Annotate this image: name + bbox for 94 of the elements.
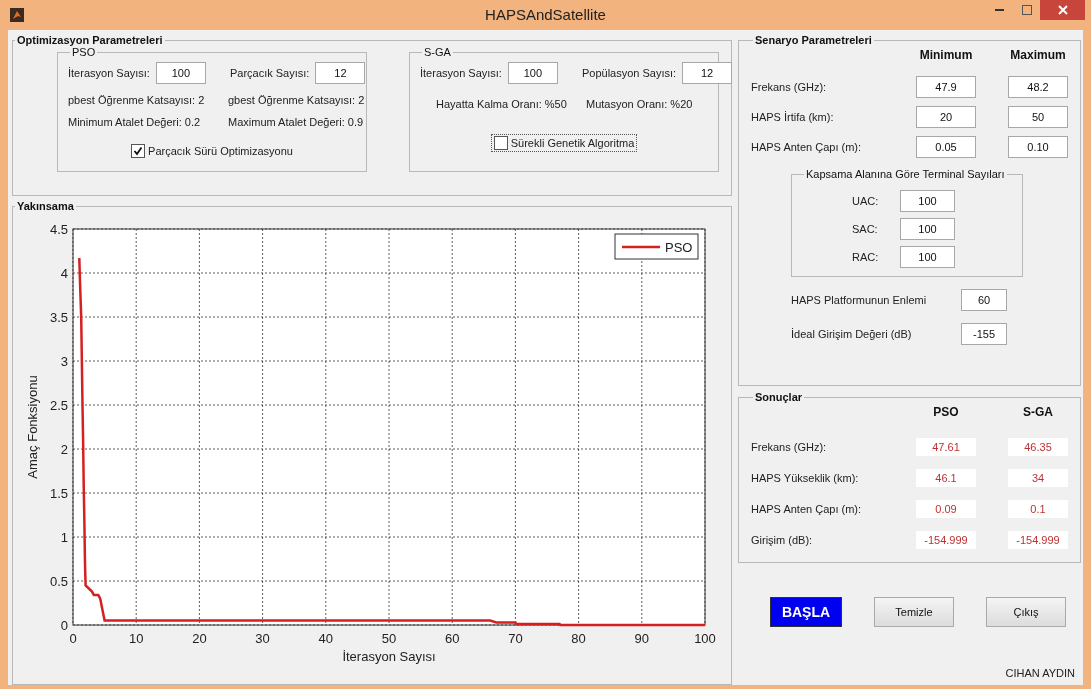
field-label: Frekans (GHz): [751, 81, 827, 93]
parameter-text: Maximum Atalet Değeri: 0.9 [228, 116, 365, 128]
column-header: S-GA [1023, 405, 1053, 419]
tick-label: 0 [69, 631, 77, 646]
input-field[interactable]: 100 [155, 62, 206, 84]
group-title: Kapsama Alanına Göre Terminal Sayıları [805, 168, 1006, 180]
result-label: HAPS Anten Çapı (m): [751, 503, 862, 515]
tick-label: 0.5 [49, 574, 68, 589]
input-field[interactable]: 0.05 [916, 136, 976, 158]
result-value: 46.35 [1008, 438, 1068, 456]
input-field[interactable]: 100 [900, 246, 955, 268]
tick-label: 4.5 [49, 222, 68, 237]
input-field[interactable]: 0.10 [1008, 136, 1068, 158]
field-label: Popülasyon Sayısı: [581, 67, 677, 79]
group-title: PSO [71, 46, 97, 58]
input-field[interactable]: 60 [961, 289, 1007, 311]
group-title: S-GA [423, 46, 452, 58]
tick-label: 40 [318, 631, 334, 646]
close-button[interactable] [1040, 0, 1085, 20]
author-text: CIHAN AYDIN [1005, 667, 1075, 679]
result-label: HAPS Yükseklik (km): [751, 472, 859, 484]
axis-title: Amaç Fonksiyonu [25, 375, 40, 479]
field-label: SAC: [852, 223, 879, 235]
chart-legend: PSO [614, 233, 699, 260]
field-label: İterasyon Sayısı: [420, 67, 502, 79]
tick-label: 50 [381, 631, 397, 646]
input-field[interactable]: 48.2 [1008, 76, 1068, 98]
tick-label: 2 [60, 442, 68, 457]
column-header: Maximum [1010, 48, 1066, 62]
tick-label: 80 [571, 631, 586, 646]
field-label: UAC: [852, 195, 880, 207]
panel-title: Yakınsama [16, 200, 75, 212]
result-label: Frekans (GHz): [751, 441, 827, 453]
parameter-text: pbest Öğrenme Katsayısı: 2 [68, 94, 206, 106]
input-field[interactable]: 100 [900, 190, 955, 212]
result-value: 0.1 [1008, 500, 1068, 518]
tick-label: 100 [694, 631, 716, 646]
result-label: Girişim (dB): [751, 534, 813, 546]
axis-title: İterasyon Sayısı [342, 649, 436, 664]
tick-label: 2.5 [49, 398, 68, 413]
field-label: İterasyon Sayısı: [68, 67, 150, 79]
tick-label: 1 [60, 530, 68, 545]
tick-label: 20 [192, 631, 207, 646]
result-value: 0.09 [916, 500, 976, 518]
tick-label: 90 [634, 631, 650, 646]
column-header: PSO [933, 405, 959, 419]
input-field[interactable]: 20 [916, 106, 976, 128]
result-value: -154.999 [1008, 531, 1068, 549]
action-button[interactable]: BAŞLA [770, 597, 842, 627]
action-button[interactable]: Çıkış [986, 597, 1066, 627]
tick-label: 0 [60, 618, 68, 633]
close-icon [1057, 5, 1068, 15]
result-value: 34 [1008, 469, 1068, 487]
input-field[interactable]: 100 [507, 62, 558, 84]
tick-label: 10 [128, 631, 144, 646]
field-label: İdeal Girişim Değeri (dB) [791, 328, 913, 340]
column-header: Minimum [919, 48, 973, 62]
checkbox[interactable]: Parçacık Sürü Optimizasyonu [128, 142, 296, 160]
checkmark-icon [133, 146, 144, 156]
input-field[interactable]: 12 [315, 62, 366, 84]
panel-title: Optimizasyon Parametreleri [16, 34, 164, 46]
minimize-icon [995, 9, 1004, 11]
tick-label: 30 [255, 631, 270, 646]
field-label: RAC: [852, 251, 880, 263]
panel-title: Senaryo Parametreleri [754, 34, 873, 46]
parameter-text: Minimum Atalet Değeri: 0.2 [68, 116, 202, 128]
window-title: HAPSAndSatellite [485, 6, 606, 23]
legend-label: PSO [665, 240, 693, 255]
parameter-text: Hayatta Kalma Oranı: %50 [436, 98, 568, 110]
tick-label: 60 [444, 631, 460, 646]
maximize-icon [1021, 5, 1032, 15]
parameter-text: Mutasyon Oranı: %20 [586, 98, 694, 110]
tick-label: 3.5 [49, 310, 68, 325]
input-field[interactable]: 100 [900, 218, 955, 240]
tick-label: 1.5 [49, 486, 68, 501]
panel-title: Sonuçlar [754, 391, 804, 403]
result-value: 46.1 [916, 469, 976, 487]
tick-label: 70 [508, 631, 523, 646]
result-value: 47.61 [916, 438, 976, 456]
input-field[interactable]: 12 [682, 62, 733, 84]
field-label: HAPS Platformunun Enlemi [791, 294, 928, 306]
field-label: Parçacık Sayısı: [229, 67, 310, 79]
tick-label: 3 [60, 354, 68, 369]
input-field[interactable]: 47.9 [916, 76, 976, 98]
input-field[interactable]: -155 [961, 323, 1007, 345]
input-field[interactable]: 50 [1008, 106, 1068, 128]
field-label: HAPS Anten Çapı (m): [751, 141, 862, 153]
parameter-text: gbest Öğrenme Katsayısı: 2 [228, 94, 366, 106]
action-button[interactable]: Temizle [874, 597, 954, 627]
field-label: HAPS İrtifa (km): [751, 111, 834, 123]
app-icon [10, 8, 24, 22]
tick-label: 4 [60, 266, 68, 281]
result-value: -154.999 [916, 531, 976, 549]
checkbox[interactable]: Sürekli Genetik Algoritma [490, 134, 638, 152]
